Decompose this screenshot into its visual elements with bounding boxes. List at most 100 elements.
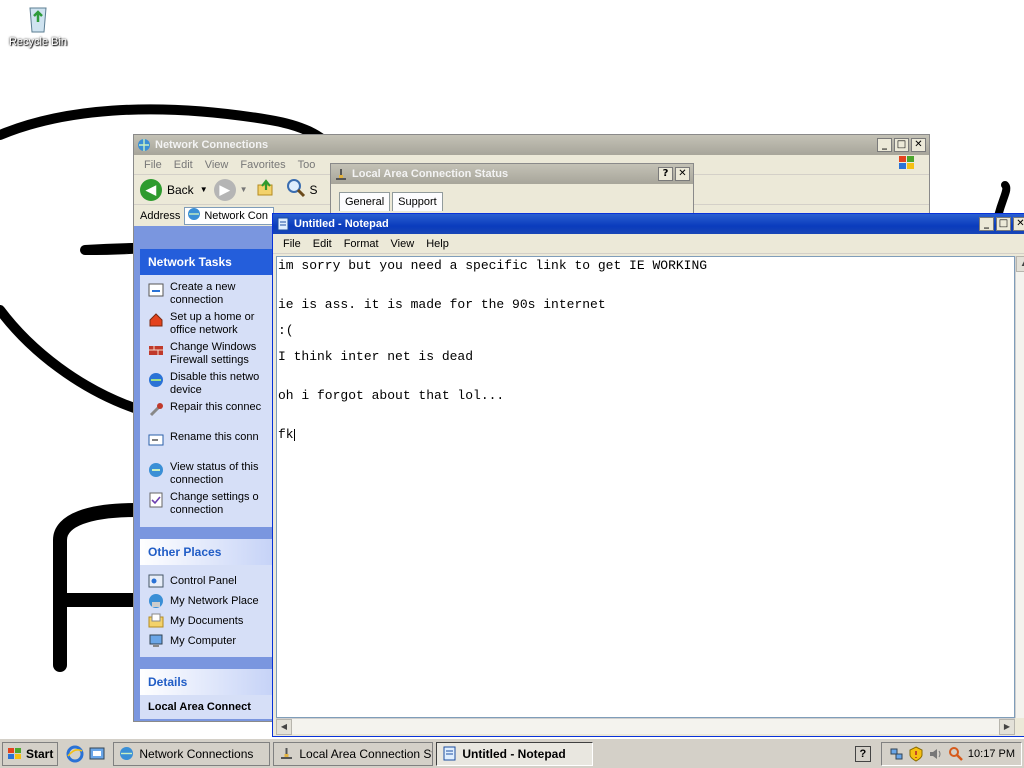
text-line: I think inter net is dead	[278, 349, 474, 364]
help-button[interactable]: ?	[658, 167, 673, 181]
text-caret	[293, 428, 295, 441]
computer-icon	[148, 633, 164, 649]
notepad-menu-edit[interactable]: Edit	[307, 238, 338, 250]
horizontal-scrollbar[interactable]: ◀ ▶	[276, 718, 1015, 735]
menu-file[interactable]: File	[138, 159, 168, 171]
internet-explorer-icon[interactable]	[66, 745, 84, 763]
taskbar: Start Network Connections Local Area Con…	[0, 738, 1024, 768]
disable-device-icon	[148, 372, 164, 388]
back-arrow-icon[interactable]: ◀	[140, 178, 162, 201]
network-tasks-panel: Network Tasks Create a new connection Se…	[140, 249, 272, 527]
taskbar-local-area-connection[interactable]: Local Area Connection St...	[273, 741, 434, 766]
notepad-menu-format[interactable]: Format	[338, 238, 385, 250]
notepad-menu-file[interactable]: File	[277, 238, 307, 250]
place-documents[interactable]: My Documents	[148, 611, 272, 631]
task-disable-device[interactable]: Disable this netwo device	[148, 371, 272, 401]
back-dropdown-icon[interactable]: ▼	[200, 185, 208, 194]
forward-arrow-icon[interactable]: ▶	[213, 178, 236, 201]
notepad-menu-help[interactable]: Help	[420, 238, 455, 250]
back-button-label[interactable]: Back	[167, 183, 194, 197]
security-shield-icon[interactable]	[908, 745, 924, 762]
tab-support[interactable]: Support	[392, 192, 443, 211]
text-line	[278, 363, 1013, 376]
text-line	[278, 311, 1013, 324]
taskbar-network-connections[interactable]: Network Connections	[113, 741, 271, 766]
maximize-button[interactable]: □	[894, 138, 909, 152]
rename-icon	[148, 432, 164, 448]
show-desktop-icon[interactable]	[88, 745, 106, 763]
task-view-status[interactable]: View status of this connection	[148, 461, 272, 491]
status-close-button[interactable]: ✕	[675, 167, 690, 181]
notepad-minimize-button[interactable]: _	[979, 217, 994, 231]
address-value: Network Con	[204, 209, 268, 222]
details-header[interactable]: Details	[140, 669, 272, 695]
task-home-network[interactable]: Set up a home or office network	[148, 311, 272, 341]
up-folder-icon[interactable]	[256, 178, 276, 201]
notepad-icon	[276, 217, 290, 231]
search-icon[interactable]	[286, 178, 306, 201]
firewall-icon	[148, 342, 164, 358]
network-cable-icon	[279, 746, 294, 761]
text-line	[278, 402, 1013, 415]
start-button[interactable]: Start	[2, 741, 59, 766]
task-firewall[interactable]: Change Windows Firewall settings	[148, 341, 272, 371]
network-tray-icon[interactable]	[888, 746, 904, 762]
taskbar-notepad[interactable]: Untitled - Notepad	[436, 741, 594, 766]
status-tabs: General Support	[331, 184, 693, 211]
scroll-right-icon[interactable]: ▶	[999, 719, 1015, 735]
network-places-icon	[148, 593, 164, 609]
network-connections-titlebar[interactable]: Network Connections _ □ ✕	[134, 135, 929, 155]
speaker-icon[interactable]	[928, 746, 944, 762]
home-network-icon	[148, 312, 164, 328]
address-label: Address	[140, 209, 181, 222]
network-tasks-header[interactable]: Network Tasks	[140, 249, 272, 275]
tab-general[interactable]: General	[339, 192, 391, 211]
recycle-bin-desktop-icon[interactable]: Recycle Bin	[6, 2, 70, 48]
address-input[interactable]: Network Con	[184, 206, 275, 225]
windows-flag-icon	[7, 747, 23, 761]
notepad-titlebar[interactable]: Untitled - Notepad _ □ ✕	[273, 214, 1024, 234]
notepad-maximize-button[interactable]: □	[996, 217, 1011, 231]
search-button-label[interactable]: S	[310, 183, 318, 197]
menu-tools[interactable]: Too	[292, 159, 322, 171]
notepad-menu-view[interactable]: View	[385, 238, 421, 250]
task-rename[interactable]: Rename this conn	[148, 431, 272, 461]
panel-gap-2	[140, 657, 272, 669]
other-places-panel: Other Places Control Panel My Network Pl…	[140, 539, 272, 657]
menu-favorites[interactable]: Favorites	[234, 159, 291, 171]
vertical-scrollbar[interactable]: ▲	[1015, 256, 1024, 718]
close-button[interactable]: ✕	[911, 138, 926, 152]
place-control-panel[interactable]: Control Panel	[148, 571, 272, 591]
network-connections-icon	[137, 138, 151, 152]
help-icon[interactable]: ?	[854, 745, 871, 762]
settings-icon	[148, 492, 164, 508]
task-repair[interactable]: Repair this connec	[148, 401, 272, 431]
recycle-bin-label: Recycle Bin	[8, 36, 68, 48]
text-line: :(	[278, 323, 294, 338]
clock[interactable]: 10:17 PM	[968, 748, 1015, 760]
text-line-last: fk	[278, 427, 295, 442]
place-network-places[interactable]: My Network Place	[148, 591, 272, 611]
notepad-text-area[interactable]: im sorry but you need a specific link to…	[276, 256, 1015, 718]
menu-edit[interactable]: Edit	[168, 159, 199, 171]
status-titlebar[interactable]: Local Area Connection Status ? ✕	[331, 164, 693, 184]
network-cable-icon	[334, 167, 348, 181]
notepad-close-button[interactable]: ✕	[1013, 217, 1024, 231]
search-tray-icon[interactable]	[948, 746, 964, 762]
task-change-settings[interactable]: Change settings o connection	[148, 491, 272, 521]
forward-dropdown-icon[interactable]: ▼	[240, 185, 248, 194]
notepad-title: Untitled - Notepad	[294, 218, 389, 230]
text-line	[278, 272, 1013, 285]
task-create-connection[interactable]: Create a new connection	[148, 281, 272, 311]
window-title: Network Connections	[155, 139, 269, 151]
control-panel-icon	[148, 573, 164, 589]
repair-icon	[148, 402, 164, 418]
other-places-header[interactable]: Other Places	[140, 539, 272, 565]
minimize-button[interactable]: _	[877, 138, 892, 152]
scroll-up-icon[interactable]: ▲	[1016, 256, 1024, 272]
menu-view[interactable]: View	[199, 159, 235, 171]
scroll-left-icon[interactable]: ◀	[276, 719, 292, 735]
windows-logo-icon	[885, 155, 929, 174]
network-connections-icon	[119, 746, 134, 761]
place-computer[interactable]: My Computer	[148, 631, 272, 651]
